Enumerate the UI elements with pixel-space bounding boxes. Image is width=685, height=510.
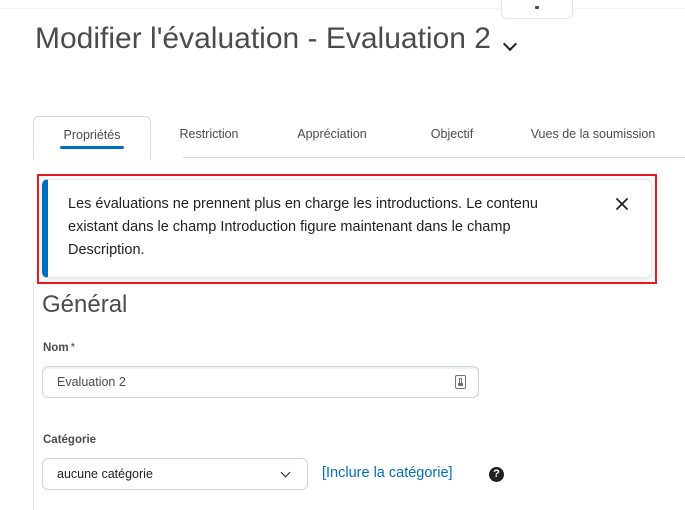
tabs-divider <box>183 157 685 158</box>
alert-highlight-box <box>37 174 657 284</box>
category-label: Catégorie <box>43 434 97 446</box>
category-select-value: aucune catégorie <box>57 467 153 481</box>
tabs-bar: Propriétés Restriction Appréciation Obje… <box>33 116 685 160</box>
tab-vues-soumission[interactable]: Vues de la soumission <box>503 116 683 157</box>
required-marker: * <box>70 342 76 354</box>
tab-label: Objectif <box>430 126 474 141</box>
tab-label: Vues de la soumission <box>530 126 656 141</box>
top-menu-button[interactable] <box>501 0 573 19</box>
top-divider <box>0 8 685 9</box>
category-select[interactable]: aucune catégorie <box>42 458 308 490</box>
tab-restriction[interactable]: Restriction <box>161 116 257 157</box>
tab-appreciation[interactable]: Appréciation <box>277 116 387 157</box>
chevron-down-icon <box>535 6 539 9</box>
help-icon[interactable]: ? <box>489 467 504 482</box>
title-chevron-down-icon[interactable] <box>502 36 518 52</box>
name-input-value: Evaluation 2 <box>57 375 126 389</box>
section-title: Général <box>42 291 128 318</box>
tab-label: Propriétés <box>63 128 121 142</box>
name-label-text: Nom <box>43 342 69 354</box>
name-label: Nom * <box>43 342 75 354</box>
tab-label: Restriction <box>179 126 239 141</box>
tab-label: Appréciation <box>297 126 367 141</box>
tab-objectif[interactable]: Objectif <box>408 116 496 157</box>
page-title-text: Modifier l'évaluation - Evaluation 2 <box>35 22 491 55</box>
tab-proprietes[interactable]: Propriétés <box>33 116 151 160</box>
page-title: Modifier l'évaluation - Evaluation 2 <box>35 22 518 56</box>
field-info-icon <box>455 375 466 389</box>
active-tab-indicator <box>60 146 124 149</box>
include-category-link[interactable]: [Inclure la catégorie] <box>322 465 453 481</box>
content-left-rule <box>33 282 34 510</box>
chevron-down-icon <box>280 467 291 478</box>
name-input[interactable]: Evaluation 2 <box>42 366 479 398</box>
